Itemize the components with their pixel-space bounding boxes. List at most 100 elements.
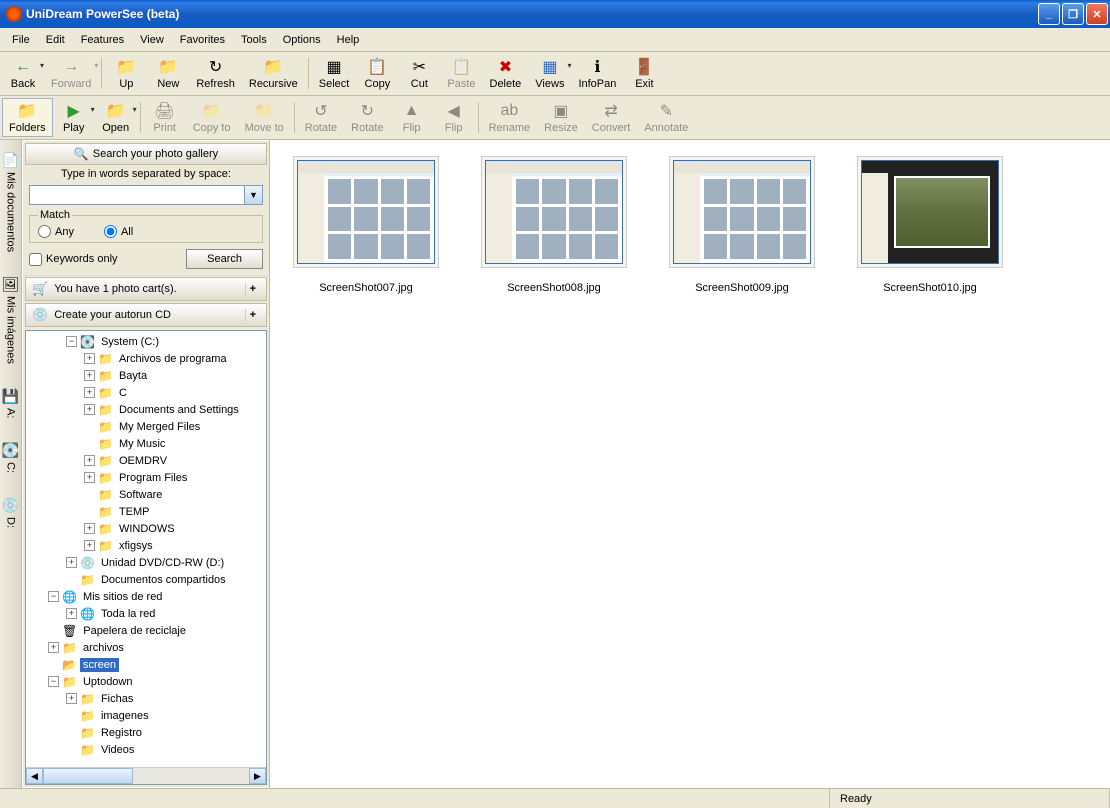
search-button[interactable]: Search [186, 249, 263, 269]
menu-help[interactable]: Help [329, 31, 368, 49]
tree-expander[interactable]: + [66, 693, 77, 704]
maximize-button[interactable]: ❐ [1062, 3, 1084, 25]
minimize-button[interactable]: _ [1038, 3, 1060, 25]
menu-favorites[interactable]: Favorites [172, 31, 233, 49]
tree-expander[interactable]: + [66, 608, 77, 619]
radio-any[interactable]: Any [38, 225, 74, 238]
tree-node[interactable]: −💽System (C:) [28, 333, 264, 350]
recursive-button[interactable]: 📁Recursive [242, 54, 305, 93]
folder-icon: 📁 [98, 403, 113, 417]
new-button[interactable]: 📁New [147, 54, 189, 93]
tree-expander[interactable]: + [84, 455, 95, 466]
tree-node[interactable]: +📁xfigsys [28, 537, 264, 554]
tree-node[interactable]: +📁Program Files [28, 469, 264, 486]
scroll-thumb[interactable] [43, 768, 133, 784]
back-button[interactable]: ←Back▾ [2, 54, 44, 93]
cart-expand-button[interactable]: + [245, 283, 260, 295]
tree-node[interactable]: +💿Unidad DVD/CD-RW (D:) [28, 554, 264, 571]
tree-expander[interactable]: + [48, 642, 59, 653]
tree-node[interactable]: +📁Archivos de programa [28, 350, 264, 367]
scroll-right-button[interactable]: ▶ [249, 768, 266, 784]
tree-node[interactable]: +📁OEMDRV [28, 452, 264, 469]
scroll-left-button[interactable]: ◀ [26, 768, 43, 784]
radio-all[interactable]: All [104, 225, 133, 238]
vbar-icon: 📄 [2, 152, 19, 169]
menu-tools[interactable]: Tools [233, 31, 275, 49]
close-button[interactable]: ✕ [1086, 3, 1108, 25]
tree-expander[interactable]: + [84, 523, 95, 534]
tree-expander[interactable]: − [48, 676, 59, 687]
thumbnail-item[interactable]: ScreenShot009.jpg [662, 156, 822, 294]
cd-expand-button[interactable]: + [245, 309, 260, 321]
rotate-icon: ↻ [357, 101, 377, 121]
menu-view[interactable]: View [132, 31, 172, 49]
photo-cart-banner[interactable]: 🛒 You have 1 photo cart(s). + [25, 277, 267, 301]
play-button[interactable]: ▶Play▾ [53, 98, 95, 137]
toolbar-label: Forward [51, 78, 91, 90]
tree-node[interactable]: +📁C [28, 384, 264, 401]
tree-node[interactable]: −🌐Mis sitios de red [28, 588, 264, 605]
exit-button[interactable]: 🚪Exit [623, 54, 665, 93]
tree-hscrollbar[interactable]: ◀ ▶ [26, 767, 266, 784]
tree-node[interactable]: 📁My Merged Files [28, 418, 264, 435]
keywords-checkbox[interactable]: Keywords only [29, 253, 118, 266]
search-input[interactable] [29, 185, 245, 205]
infopan-button[interactable]: ℹInfoPan [571, 54, 623, 93]
menu-file[interactable]: File [4, 31, 38, 49]
select-icon: ▦ [324, 57, 344, 77]
up-button[interactable]: 📁Up [105, 54, 147, 93]
tree-node[interactable]: 🗑Papelera de reciclaje [28, 622, 264, 639]
tree-label: OEMDRV [116, 454, 170, 468]
menu-options[interactable]: Options [275, 31, 329, 49]
tree-expander[interactable]: + [84, 353, 95, 364]
tree-node[interactable]: +📁WINDOWS [28, 520, 264, 537]
select-button[interactable]: ▦Select [312, 54, 357, 93]
tree-node[interactable]: 📁Videos [28, 741, 264, 758]
thumbnail-item[interactable]: ScreenShot008.jpg [474, 156, 634, 294]
vbar-c-[interactable]: 💽C: [0, 438, 21, 477]
refresh-button[interactable]: ↻Refresh [189, 54, 242, 93]
vbar-d-[interactable]: 💿D: [0, 493, 21, 532]
tree-expander[interactable]: + [84, 540, 95, 551]
cut-button[interactable]: ✂Cut [398, 54, 440, 93]
tree-node[interactable]: 📁imagenes [28, 707, 264, 724]
tree-expander[interactable]: + [84, 370, 95, 381]
scroll-track[interactable] [43, 768, 249, 784]
tree-expander[interactable]: + [66, 557, 77, 568]
vbar-mis-im-genes[interactable]: 🖼Mis imágenes [0, 272, 21, 368]
delete-button[interactable]: ✖Delete [483, 54, 529, 93]
vbar-a-[interactable]: 💾A: [0, 384, 21, 422]
views-button[interactable]: ▦Views▾ [528, 54, 571, 93]
autorun-cd-banner[interactable]: 💿 Create your autorun CD + [25, 303, 267, 327]
copy-button[interactable]: 📋Copy [356, 54, 398, 93]
open-button[interactable]: 📁Open▾ [95, 98, 137, 137]
thumbnail-item[interactable]: ScreenShot010.jpg [850, 156, 1010, 294]
tree-expander[interactable]: + [84, 404, 95, 415]
thumbnail-image [481, 156, 627, 268]
infopan-icon: ℹ [587, 57, 607, 77]
menu-features[interactable]: Features [73, 31, 132, 49]
tree-node[interactable]: 📁Registro [28, 724, 264, 741]
tree-node[interactable]: +📁Documents and Settings [28, 401, 264, 418]
tree-node[interactable]: +🌐Toda la red [28, 605, 264, 622]
tree-expander[interactable]: + [84, 472, 95, 483]
tree-node[interactable]: 📁Software [28, 486, 264, 503]
search-dropdown-button[interactable]: ▼ [245, 185, 263, 205]
tree-node[interactable]: −📁Uptodown [28, 673, 264, 690]
tree-node[interactable]: +📁archivos [28, 639, 264, 656]
tree-expander[interactable]: + [84, 387, 95, 398]
tree-node[interactable]: +📁Fichas [28, 690, 264, 707]
tree-node[interactable]: 📁TEMP [28, 503, 264, 520]
tree-node[interactable]: +📁Bayta [28, 367, 264, 384]
tree-node[interactable]: 📁Documentos compartidos [28, 571, 264, 588]
tree-label: My Merged Files [116, 420, 203, 434]
tree-expander[interactable]: − [66, 336, 77, 347]
folders-button[interactable]: 📁Folders [2, 98, 53, 137]
menu-edit[interactable]: Edit [38, 31, 73, 49]
folder-tree[interactable]: −💽System (C:)+📁Archivos de programa+📁Bay… [26, 331, 266, 767]
vbar-mis-documentos[interactable]: 📄Mis documentos [0, 148, 21, 256]
thumbnail-item[interactable]: ScreenShot007.jpg [286, 156, 446, 294]
tree-node[interactable]: 📁My Music [28, 435, 264, 452]
tree-expander[interactable]: − [48, 591, 59, 602]
tree-node[interactable]: 📂screen [28, 656, 264, 673]
